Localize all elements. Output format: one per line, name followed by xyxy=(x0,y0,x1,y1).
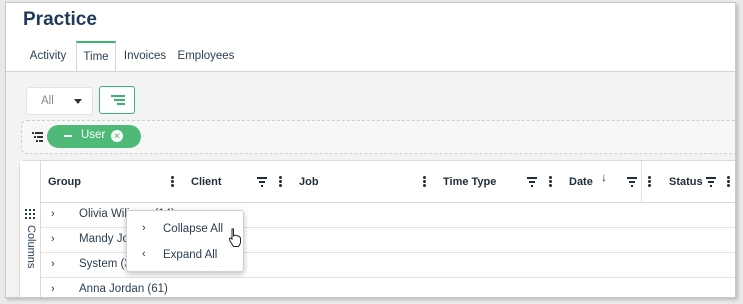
minus-icon xyxy=(64,135,72,137)
column-menu-icon[interactable] xyxy=(423,176,426,188)
group-rows-icon xyxy=(111,95,125,97)
columns-label: Columns xyxy=(25,225,37,269)
sort-descending-icon[interactable]: ↓ xyxy=(601,170,607,184)
tab-invoices[interactable]: Invoices xyxy=(120,41,170,72)
app-window: Practice Activity Time Invoices Employee… xyxy=(5,2,736,298)
column-menu-icon[interactable] xyxy=(648,176,651,188)
row-group-panel[interactable]: User ✕ xyxy=(21,120,735,154)
menu-item-label: Expand All xyxy=(163,249,218,261)
columns-side-tab[interactable]: Columns xyxy=(20,161,41,297)
mouse-cursor-icon xyxy=(228,228,241,247)
chevron-right-icon: › xyxy=(142,222,146,234)
time-content: All User ✕ Columns Group Client Job Time… xyxy=(6,72,735,297)
close-icon[interactable]: ✕ xyxy=(111,130,123,142)
filter-icon[interactable] xyxy=(527,177,537,187)
group-rows-button[interactable] xyxy=(99,86,135,114)
group-chip-user[interactable]: User ✕ xyxy=(47,125,141,148)
tab-bar: Activity Time Invoices Employees xyxy=(6,41,735,72)
filter-icon[interactable] xyxy=(257,177,267,187)
filter-select[interactable]: All xyxy=(26,87,93,115)
context-menu: › Collapse All ‹ Expand All xyxy=(126,210,244,272)
grid-header: Group Client Job Time Type Date ↓ Status xyxy=(41,161,735,203)
chevron-right-icon[interactable]: › xyxy=(51,233,55,245)
menu-item-expand-all[interactable]: ‹ Expand All xyxy=(127,243,243,269)
page-title: Practice xyxy=(23,9,97,30)
chevron-right-icon[interactable]: › xyxy=(51,283,55,295)
column-header-date[interactable]: Date xyxy=(569,161,593,203)
caret-down-icon xyxy=(74,99,82,104)
column-menu-icon[interactable] xyxy=(171,176,174,188)
filter-select-value: All xyxy=(41,95,54,107)
column-header-client[interactable]: Client xyxy=(191,161,222,203)
columns-icon xyxy=(25,209,35,219)
chevron-right-icon[interactable]: › xyxy=(51,258,55,270)
menu-item-collapse-all[interactable]: › Collapse All xyxy=(127,217,243,243)
column-header-status[interactable]: Status xyxy=(669,161,703,203)
column-header-group[interactable]: Group xyxy=(48,161,81,203)
row-group-icon xyxy=(32,132,43,142)
column-header-job[interactable]: Job xyxy=(299,161,319,203)
column-menu-icon[interactable] xyxy=(727,176,730,188)
tab-employees[interactable]: Employees xyxy=(176,41,236,72)
column-menu-icon[interactable] xyxy=(279,176,282,188)
filter-icon[interactable] xyxy=(627,177,637,187)
column-menu-icon[interactable] xyxy=(549,176,552,188)
group-row[interactable]: › Anna Jordan (61) xyxy=(41,278,735,297)
chevron-left-icon: ‹ xyxy=(142,248,146,260)
menu-item-label: Collapse All xyxy=(163,223,224,235)
chevron-right-icon[interactable]: › xyxy=(51,208,55,220)
tab-time[interactable]: Time xyxy=(76,41,116,72)
tab-activity[interactable]: Activity xyxy=(23,41,73,72)
column-header-time-type[interactable]: Time Type xyxy=(443,161,496,203)
filter-icon[interactable] xyxy=(706,177,716,187)
group-chip-label: User xyxy=(81,129,106,141)
group-row-label: Anna Jordan (61) xyxy=(79,283,168,295)
